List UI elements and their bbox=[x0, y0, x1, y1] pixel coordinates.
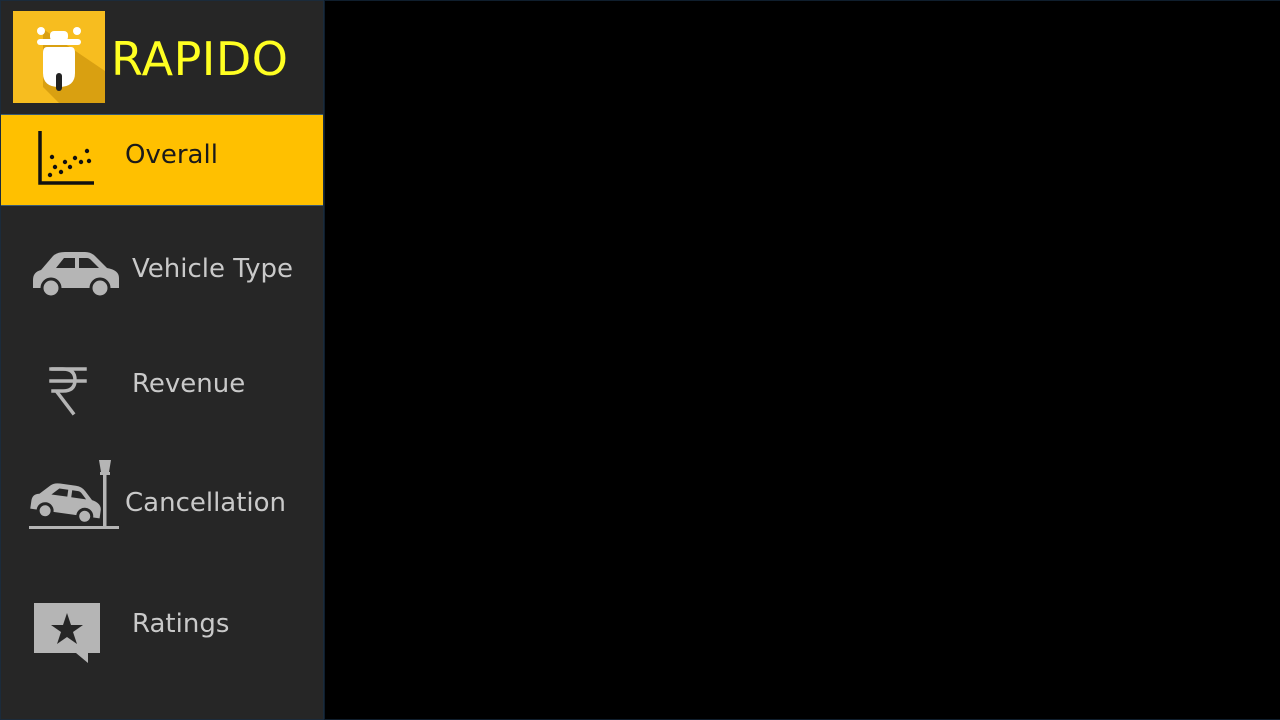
brand-name: RAPIDO bbox=[111, 32, 289, 86]
sidebar-item-label: Vehicle Type bbox=[132, 254, 293, 284]
car-icon bbox=[33, 252, 119, 298]
sidebar: RAPIDO Overall Vehicle Type Revenue Canc… bbox=[0, 0, 324, 720]
sidebar-item-label: Revenue bbox=[132, 369, 246, 399]
rupee-icon bbox=[49, 367, 87, 416]
sidebar-item-vehicle-type[interactable]: Vehicle Type bbox=[1, 226, 323, 316]
brand-logo bbox=[13, 11, 105, 103]
dashboard-app: RAPIDO Overall Vehicle Type Revenue Canc… bbox=[0, 0, 1280, 720]
car-crash-icon bbox=[29, 460, 119, 529]
main-content-area bbox=[324, 0, 1280, 720]
star-comment-icon bbox=[34, 603, 100, 663]
sidebar-item-label: Overall bbox=[125, 140, 218, 170]
scooter-icon bbox=[37, 27, 105, 103]
sidebar-item-label: Ratings bbox=[132, 609, 230, 639]
sidebar-item-revenue[interactable]: Revenue bbox=[1, 341, 323, 431]
sidebar-item-ratings[interactable]: Ratings bbox=[1, 581, 323, 671]
sidebar-item-label: Cancellation bbox=[125, 488, 287, 518]
sidebar-item-cancellation[interactable]: Cancellation bbox=[1, 456, 323, 546]
scatter-chart-icon bbox=[38, 131, 94, 185]
sidebar-item-overall[interactable]: Overall bbox=[1, 114, 323, 206]
